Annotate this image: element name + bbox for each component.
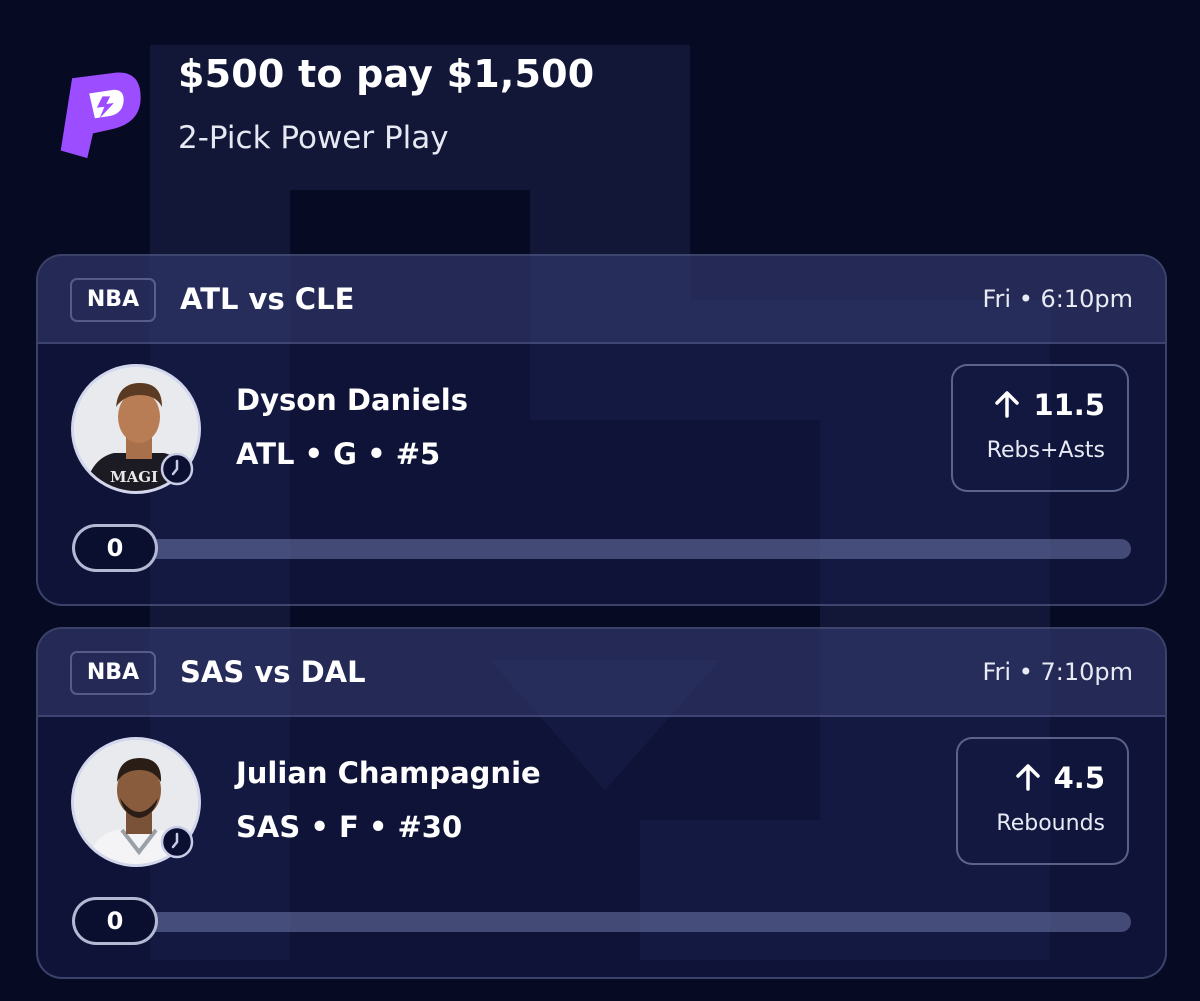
- arrow-up-icon: [1015, 764, 1040, 791]
- league-badge: NBA: [70, 651, 156, 695]
- matchup-label: ATL vs CLE: [180, 282, 355, 316]
- projection-line: 4.5: [1015, 761, 1105, 795]
- progress-value-pill: 0: [72, 897, 158, 945]
- payout-title: $500 to pay $1,500: [178, 52, 595, 96]
- projection-box[interactable]: 11.5 Rebs+Asts: [951, 364, 1129, 492]
- progress-track: [148, 539, 1131, 559]
- pick-card[interactable]: NBA SAS vs DAL Fri • 7:10pm Julian Champ…: [36, 627, 1167, 979]
- player-team-position-number: ATL • G • #5: [236, 437, 441, 471]
- svg-text:MAGI: MAGI: [110, 468, 158, 486]
- player-name: Dyson Daniels: [236, 383, 468, 417]
- game-time: Fri • 7:10pm: [982, 658, 1133, 686]
- league-badge: NBA: [70, 278, 156, 322]
- pick-card[interactable]: NBA ATL vs CLE Fri • 6:10pm MAGI Dyson D…: [36, 254, 1167, 606]
- stat-type: Rebounds: [996, 811, 1105, 836]
- game-time: Fri • 6:10pm: [982, 285, 1133, 313]
- progress-track: [148, 912, 1131, 932]
- pick-card-header: NBA SAS vs DAL Fri • 7:10pm: [38, 629, 1165, 717]
- projection-box[interactable]: 4.5 Rebounds: [956, 737, 1129, 865]
- player-team-position-number: SAS • F • #30: [236, 810, 463, 844]
- progress-value-pill: 0: [72, 524, 158, 572]
- stat-type: Rebs+Asts: [986, 438, 1105, 463]
- arrow-up-icon: [995, 391, 1020, 418]
- header: $500 to pay $1,500 2-Pick Power Play: [0, 0, 1200, 225]
- prizepicks-logo-icon: [60, 72, 141, 159]
- betslip-screen: $500 to pay $1,500 2-Pick Power Play NBA…: [0, 0, 1200, 1001]
- projection-line: 11.5: [995, 388, 1105, 422]
- matchup-label: SAS vs DAL: [180, 655, 366, 689]
- clock-icon: [160, 825, 194, 859]
- pick-card-header: NBA ATL vs CLE Fri • 6:10pm: [38, 256, 1165, 344]
- clock-icon: [160, 452, 194, 486]
- projection-value: 4.5: [1053, 761, 1105, 795]
- play-type-subtitle: 2-Pick Power Play: [178, 120, 449, 156]
- player-name: Julian Champagnie: [236, 756, 541, 790]
- projection-value: 11.5: [1033, 388, 1105, 422]
